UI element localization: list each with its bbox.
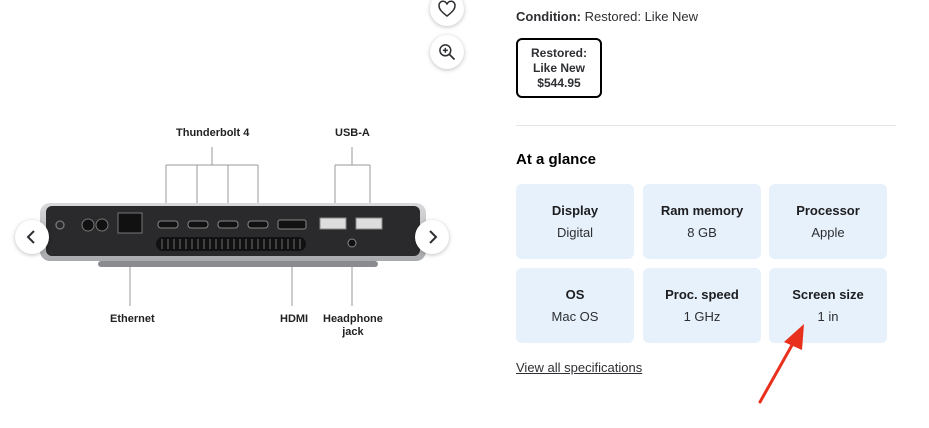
condition-line: Condition: Restored: Like New	[516, 9, 698, 24]
spec-tile-display: Display Digital	[516, 184, 634, 259]
next-image-button[interactable]	[415, 220, 449, 254]
spec-title: Screen size	[792, 287, 864, 302]
view-all-specifications-link[interactable]: View all specifications	[516, 360, 642, 375]
chevron-right-icon	[429, 230, 438, 244]
spec-value: 1 in	[817, 309, 839, 324]
spec-value: Digital	[556, 225, 594, 240]
spec-tile-processor: Processor Apple	[769, 184, 887, 259]
at-a-glance-heading: At a glance	[516, 151, 597, 168]
spec-tile-os: OS Mac OS	[516, 268, 634, 343]
mac-mini-image	[40, 203, 426, 267]
product-image-gallery: Thunderbolt 4 USB-A Ethernet HDMI Headph…	[0, 0, 470, 428]
annotation-arrow-icon	[758, 324, 804, 404]
spec-title: OS	[565, 287, 585, 302]
spec-value: Mac OS	[551, 309, 599, 324]
condition-option-button[interactable]: Restored: Like New $544.95	[516, 38, 602, 98]
spec-tile-ram: Ram memory 8 GB	[643, 184, 761, 259]
condition-value: Restored: Like New	[584, 9, 699, 24]
spec-value: Apple	[811, 225, 845, 240]
spec-value: 1 GHz	[683, 309, 721, 324]
previous-image-button[interactable]	[15, 220, 49, 254]
spec-title: Processor	[796, 203, 860, 218]
option-line2: Like New	[532, 60, 586, 75]
spec-title: Ram memory	[660, 203, 744, 218]
option-price: $544.95	[537, 75, 581, 90]
option-line1: Restored:	[530, 45, 587, 60]
chevron-left-icon	[26, 230, 35, 244]
divider	[516, 125, 896, 126]
spec-value: 8 GB	[687, 225, 717, 240]
condition-label: Condition:	[516, 9, 581, 24]
spec-title: Proc. speed	[665, 287, 739, 302]
spec-title: Display	[551, 203, 599, 218]
